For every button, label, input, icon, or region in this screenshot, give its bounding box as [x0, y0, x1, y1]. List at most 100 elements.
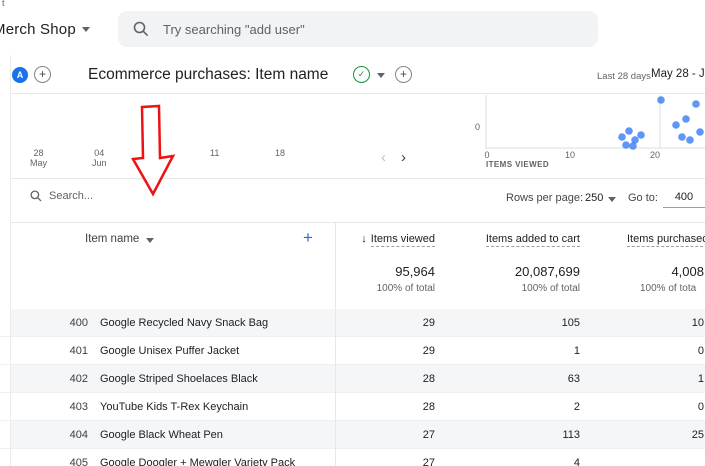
- table-search-placeholder: Search...: [49, 190, 94, 202]
- add-column-button[interactable]: +: [303, 228, 313, 248]
- chart-prev-button[interactable]: ‹: [381, 150, 386, 165]
- property-name: Merch Shop: [0, 21, 76, 38]
- column-header-items-viewed[interactable]: ↓ Items viewed: [340, 233, 435, 247]
- items-added-cell: 63: [567, 373, 580, 385]
- items-purchased-cell: 0: [697, 401, 704, 413]
- chevron-down-icon[interactable]: [608, 197, 616, 202]
- scatter-x-tick: 10: [564, 150, 575, 160]
- scatter-dot: [625, 127, 633, 135]
- row-index: 403: [69, 401, 88, 413]
- chevron-down-icon: [81, 27, 90, 32]
- clipped-logo-text: t: [2, 0, 5, 8]
- scatter-y-zero-label: 0: [474, 122, 480, 132]
- total-items-viewed: 95,964: [395, 264, 435, 279]
- scatter-dot: [637, 131, 645, 139]
- row-index: 401: [69, 345, 88, 357]
- items-purchased-cell: 1: [697, 373, 704, 385]
- analytics-app-window: t Merch Shop Try searching "add user" A …: [0, 0, 705, 466]
- items-viewed-cell: 28: [422, 373, 435, 385]
- timeline-tick: 18: [275, 148, 286, 158]
- search-icon: [133, 21, 149, 37]
- chart-next-button[interactable]: ›: [401, 150, 406, 165]
- items-added-cell: 2: [573, 401, 580, 413]
- table-row: 404 Google Black Wheat Pen 27 113 25: [0, 421, 705, 449]
- global-search[interactable]: Try searching "add user": [118, 11, 598, 47]
- goto-label: Go to:: [628, 192, 658, 204]
- items-viewed-cell: 27: [422, 429, 435, 441]
- item-name-cell: YouTube Kids T-Rex Keychain: [100, 401, 249, 413]
- rows-per-page-label: Rows per page:: [506, 192, 584, 204]
- controls-bottom-divider: [10, 222, 705, 223]
- scatter-axis-label: ITEMS VIEWED: [486, 160, 550, 169]
- items-viewed-cell: 29: [422, 317, 435, 329]
- scatter-dot: [618, 133, 626, 141]
- timeline-tick: 28 May: [30, 148, 48, 168]
- total-items-added-pct: 100% of total: [521, 283, 580, 294]
- annotation-arrow: [130, 104, 176, 197]
- scatter-dot: [682, 115, 690, 123]
- timeline-tick: 11: [210, 148, 220, 158]
- timeline-tick: 04 Jun: [92, 148, 107, 168]
- item-name-cell: Google Recycled Navy Snack Bag: [100, 317, 269, 329]
- scatter-dot: [629, 142, 637, 150]
- scatter-dot: [622, 141, 630, 149]
- scatter-dot: [686, 136, 694, 144]
- scatter-plot: [485, 95, 705, 150]
- items-added-cell: 4: [573, 457, 580, 466]
- row-index: 402: [69, 373, 88, 385]
- row-index: 400: [69, 317, 88, 329]
- rows-per-page-select[interactable]: 250: [585, 192, 603, 204]
- scatter-x-tick: 0: [484, 150, 490, 160]
- items-added-cell: 113: [562, 429, 580, 441]
- items-viewed-cell: 27: [422, 457, 435, 466]
- scatter-dot: [678, 133, 686, 141]
- item-name-dropdown-icon[interactable]: [146, 238, 154, 243]
- add-comparison-button[interactable]: +: [34, 66, 51, 83]
- annotation-arrow-shape: [130, 104, 176, 197]
- row-index: 405: [69, 457, 88, 466]
- sort-desc-icon: ↓: [361, 233, 367, 245]
- item-name-cell: Google Striped Shoelaces Black: [100, 373, 258, 385]
- header-divider: [10, 93, 705, 94]
- table-row: 402 Google Striped Shoelaces Black 28 63 1: [0, 365, 705, 393]
- items-purchased-cell: 25: [691, 429, 704, 441]
- table-row: 401 Google Unisex Puffer Jacket 29 1 0: [0, 337, 705, 365]
- item-name-cell: Google Black Wheat Pen: [100, 429, 223, 441]
- scatter-x-tick: 20: [649, 150, 660, 160]
- controls-top-divider: [10, 178, 705, 179]
- column-header-item-name[interactable]: Item name: [85, 233, 139, 245]
- report-status-check-icon[interactable]: ✓: [353, 66, 370, 83]
- comparison-chip[interactable]: A: [12, 67, 28, 83]
- items-added-cell: 1: [573, 345, 580, 357]
- page-title: Ecommerce purchases: Item name: [88, 66, 329, 83]
- column-header-items-purchased[interactable]: Items purchased: [627, 233, 705, 247]
- global-search-placeholder: Try searching "add user": [163, 21, 305, 37]
- column-header-items-added-to-cart[interactable]: Items added to cart: [470, 233, 580, 247]
- items-viewed-cell: 29: [422, 345, 435, 357]
- table-row: 400 Google Recycled Navy Snack Bag 29 105 10: [0, 309, 705, 337]
- item-name-cell: Google Doogler + Mewgler Variety Pack: [100, 457, 296, 466]
- chevron-down-icon[interactable]: [377, 73, 385, 78]
- scatter-dot: [696, 128, 704, 136]
- items-purchased-cell: 0: [697, 345, 704, 357]
- items-viewed-cell: 28: [422, 401, 435, 413]
- table-search[interactable]: Search...: [30, 190, 93, 202]
- scatter-dots: [618, 96, 704, 150]
- add-button[interactable]: +: [395, 66, 412, 83]
- goto-input[interactable]: 400: [663, 188, 705, 208]
- scatter-dot: [672, 121, 680, 129]
- item-name-cell: Google Unisex Puffer Jacket: [100, 345, 240, 357]
- scatter-dot: [657, 96, 665, 104]
- total-items-purchased: 4,008: [671, 264, 704, 279]
- scatter-dot: [692, 100, 700, 108]
- row-index: 404: [69, 429, 88, 441]
- items-purchased-cell: 10: [691, 317, 704, 329]
- property-selector[interactable]: Merch Shop: [0, 21, 90, 38]
- search-icon: [30, 190, 42, 202]
- total-items-added: 20,087,699: [514, 264, 580, 279]
- left-panel-divider: [10, 55, 11, 466]
- date-range-picker[interactable]: May 28 - Ju: [651, 68, 705, 80]
- total-items-viewed-pct: 100% of total: [376, 283, 435, 294]
- table-body: 400 Google Recycled Navy Snack Bag 29 105 10…: [0, 309, 705, 466]
- date-range-preset: Last 28 days: [597, 71, 651, 82]
